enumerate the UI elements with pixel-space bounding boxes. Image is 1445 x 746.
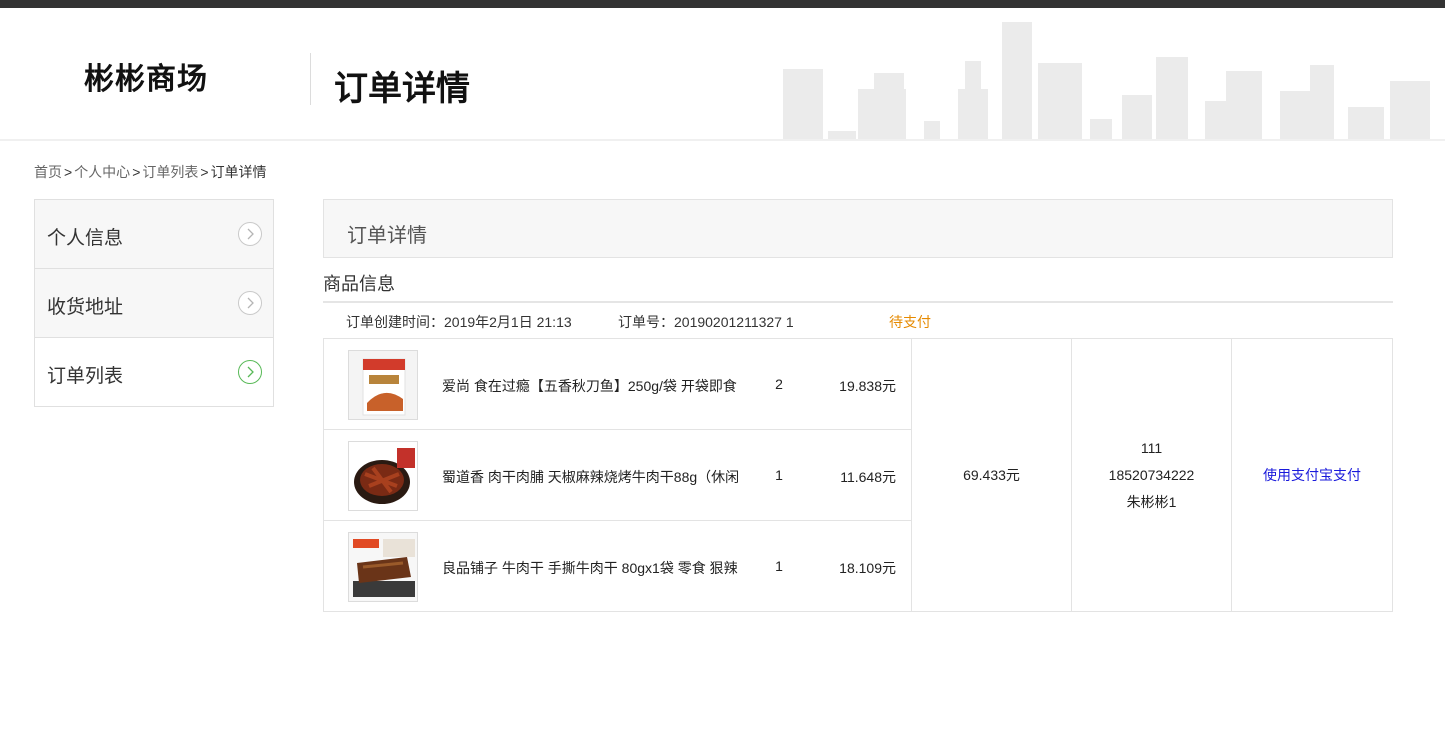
section-title: 商品信息 [323, 270, 1393, 303]
shipping-address-line: 111 [1140, 439, 1163, 456]
product-price: 18.109元 [839, 560, 896, 576]
product-thumbnail[interactable] [348, 441, 418, 511]
chevron-right-icon [238, 291, 262, 315]
sidebar-item-shipping-address[interactable]: 收货地址 [35, 269, 273, 338]
breadcrumb: 首页 > 个人中心 > 订单列表 > 订单详情 [34, 162, 267, 182]
top-bar [0, 0, 1445, 8]
shipping-phone: 18520734222 [1108, 466, 1195, 483]
product-quantity: 1 [775, 467, 783, 483]
sidebar-item-label: 个人信息 [47, 228, 124, 249]
panel-title: 订单详情 [323, 199, 1393, 258]
alipay-pay-link[interactable]: 使用支付宝支付 [1263, 467, 1361, 483]
order-table: 爱尚 食在过瘾【五香秋刀鱼】250g/袋 开袋即食 2 19.838元 69.4… [323, 338, 1393, 612]
product-name[interactable]: 爱尚 食在过瘾【五香秋刀鱼】250g/袋 开袋即食 [442, 376, 742, 396]
sidebar-menu: 个人信息 收货地址 订单列表 [34, 199, 274, 407]
header-divider [310, 53, 311, 105]
product-quantity: 2 [775, 376, 783, 392]
order-total-value: 69.433元 [963, 467, 1020, 483]
site-logo[interactable]: 彬彬商场 [84, 54, 208, 98]
order-actions: 使用支付宝支付 [1231, 338, 1393, 612]
main-content: 订单详情 商品信息 订单创建时间：2019年2月1日 21:13 订单号：201… [323, 199, 1393, 612]
breadcrumb-user-center[interactable]: 个人中心 [74, 164, 130, 180]
sidebar-item-personal-info[interactable]: 个人信息 [35, 200, 273, 269]
sidebar-item-label: 收货地址 [47, 297, 124, 318]
page-title: 订单详情 [334, 70, 470, 108]
product-price: 19.838元 [839, 378, 896, 394]
order-item: 良品铺子 牛肉干 手撕牛肉干 80gx1袋 零食 狠辣 1 18.109元 [323, 520, 912, 612]
order-meta: 订单创建时间：2019年2月1日 21:13 订单号：2019020121132… [323, 303, 1393, 338]
breadcrumb-current: 订单详情 [210, 164, 267, 180]
product-thumbnail[interactable] [348, 532, 418, 602]
product-thumbnail[interactable] [348, 350, 418, 420]
breadcrumb-separator: > [132, 164, 141, 180]
sidebar-item-order-list[interactable]: 订单列表 [35, 338, 273, 407]
shipping-info: 111 18520734222 朱彬彬1 [1071, 338, 1232, 612]
product-price: 11.648元 [840, 469, 896, 485]
breadcrumb-separator: > [64, 164, 73, 180]
skyline-decoration [780, 22, 1445, 139]
breadcrumb-home[interactable]: 首页 [34, 164, 62, 180]
product-quantity: 1 [775, 558, 783, 574]
order-status-badge: 待支付 [889, 314, 931, 330]
chevron-right-icon [238, 222, 262, 246]
site-header: 彬彬商场 订单详情 [0, 8, 1445, 141]
breadcrumb-separator: > [200, 164, 209, 180]
order-total: 69.433元 [911, 338, 1072, 612]
shipping-recipient: 朱彬彬1 [1126, 493, 1177, 510]
chevron-right-icon [238, 360, 262, 384]
product-name[interactable]: 良品铺子 牛肉干 手撕牛肉干 80gx1袋 零食 狠辣 [442, 558, 742, 578]
table-row: 爱尚 食在过瘾【五香秋刀鱼】250g/袋 开袋即食 2 19.838元 69.4… [323, 338, 1393, 612]
order-created-time: 订单创建时间：2019年2月1日 21:13 [346, 314, 572, 330]
order-item: 爱尚 食在过瘾【五香秋刀鱼】250g/袋 开袋即食 2 19.838元 [323, 338, 912, 430]
order-item: 蜀道香 肉干肉脯 天椒麻辣烧烤牛肉干88g（休闲 1 11.648元 [323, 429, 912, 521]
product-name[interactable]: 蜀道香 肉干肉脯 天椒麻辣烧烤牛肉干88g（休闲 [442, 467, 742, 487]
order-number: 订单号：20190201211327 1 [618, 314, 794, 330]
sidebar-item-label: 订单列表 [47, 366, 124, 387]
breadcrumb-order-list[interactable]: 订单列表 [142, 164, 198, 180]
